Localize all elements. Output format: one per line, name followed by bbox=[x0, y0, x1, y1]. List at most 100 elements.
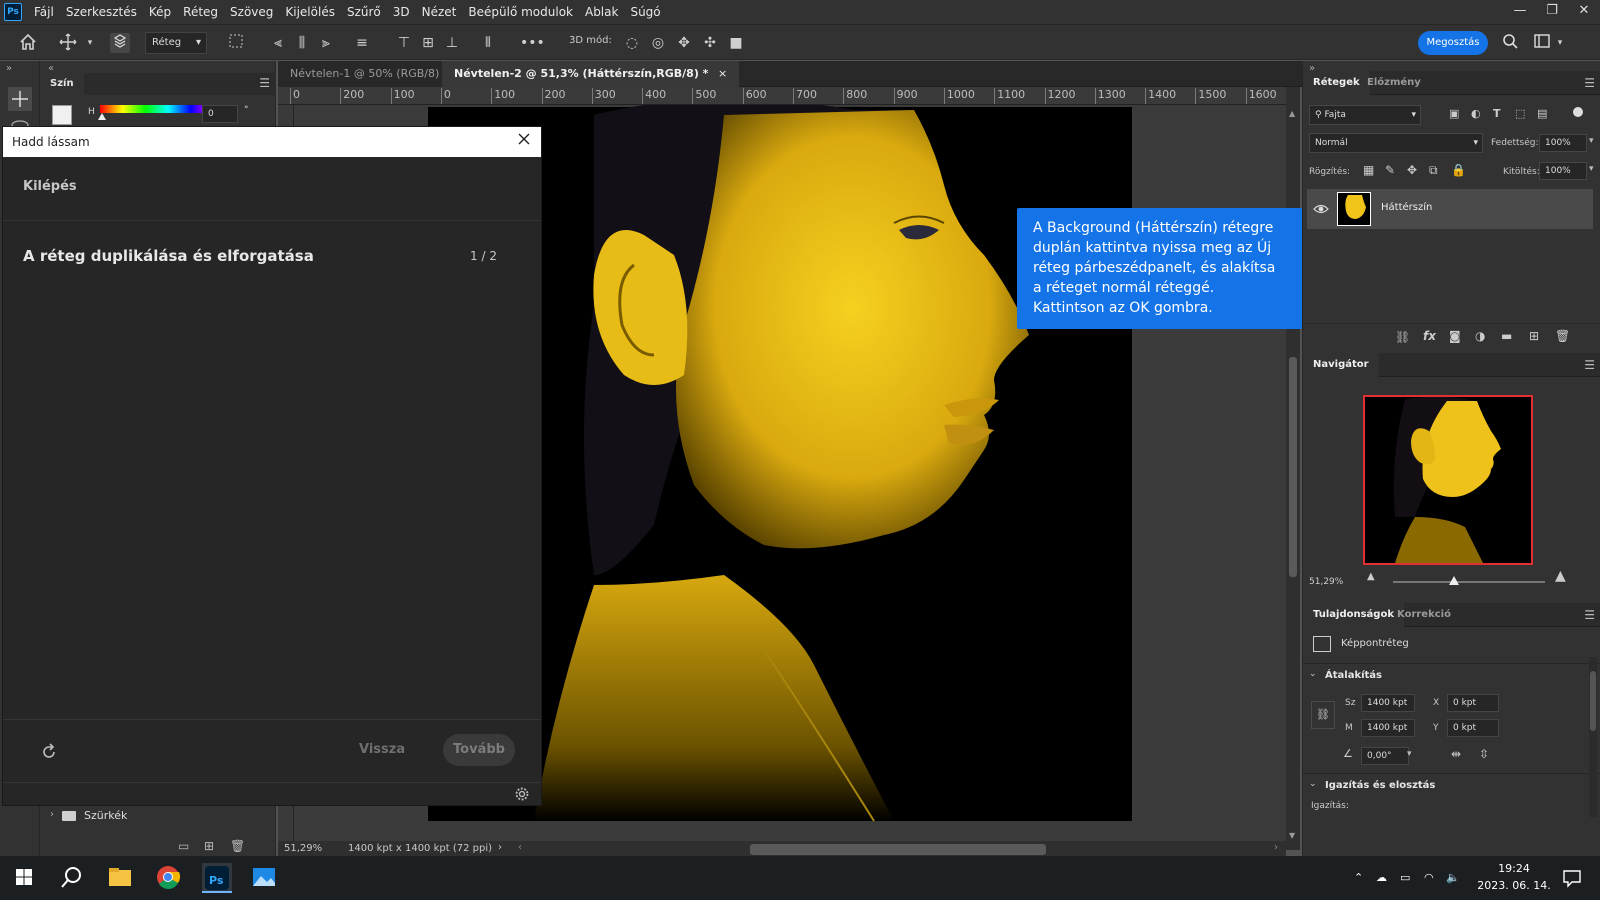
file-explorer-icon[interactable] bbox=[106, 863, 136, 893]
menu-layer[interactable]: Réteg bbox=[177, 0, 224, 24]
lock-pixels-icon[interactable]: ✎ bbox=[1385, 163, 1395, 177]
link-dimensions-icon[interactable]: ⛓ bbox=[1311, 701, 1335, 729]
minimize-button[interactable]: — bbox=[1504, 0, 1536, 24]
chevron-down-icon[interactable]: ⌄ bbox=[1309, 669, 1317, 679]
filter-toggle-icon[interactable] bbox=[1573, 107, 1583, 117]
menu-file[interactable]: Fájl bbox=[28, 0, 60, 24]
horizontal-scroll-thumb[interactable] bbox=[750, 844, 1046, 855]
menu-select[interactable]: Kijelölés bbox=[279, 0, 341, 24]
align-right-icon[interactable]: ⫸ bbox=[316, 33, 336, 53]
properties-scroll-thumb[interactable] bbox=[1590, 671, 1596, 731]
navigator-preview[interactable] bbox=[1363, 395, 1533, 565]
scroll-down-icon[interactable]: ▼ bbox=[1289, 831, 1295, 840]
delete-layer-icon[interactable]: 🗑 bbox=[1555, 329, 1570, 343]
scroll-left-icon[interactable]: ‹ bbox=[518, 842, 522, 853]
x-input[interactable]: 0 kpt bbox=[1447, 694, 1499, 712]
filter-shape-icon[interactable]: ⬚ bbox=[1515, 107, 1525, 120]
tab-color[interactable]: Szín bbox=[40, 73, 84, 95]
panel-menu-icon[interactable]: ☰ bbox=[1584, 358, 1595, 372]
align-top-icon[interactable]: ⊤ bbox=[394, 33, 414, 53]
gear-icon[interactable] bbox=[515, 787, 531, 803]
zoom-in-icon[interactable]: ▲ bbox=[1555, 568, 1566, 584]
chevron-down-icon[interactable]: ▾ bbox=[1407, 749, 1412, 759]
swatch-folder-row[interactable]: › Szürkék bbox=[40, 805, 276, 827]
slide-3d-icon[interactable]: ✣ bbox=[700, 33, 720, 53]
move-tool-icon[interactable] bbox=[58, 33, 78, 53]
roll-3d-icon[interactable]: ◎ bbox=[648, 33, 668, 53]
distribute-vertical-icon[interactable]: ⦀ bbox=[478, 33, 498, 53]
panel-menu-icon[interactable]: ☰ bbox=[1584, 76, 1595, 90]
navigator-zoom-value[interactable]: 51,29% bbox=[1309, 577, 1343, 587]
new-layer-icon[interactable]: ⊞ bbox=[1529, 329, 1539, 343]
align-section-title[interactable]: Igazítás és elosztás bbox=[1325, 780, 1435, 791]
restore-button[interactable]: ❐ bbox=[1536, 0, 1568, 24]
close-window-button[interactable]: ✕ bbox=[1568, 0, 1600, 24]
zoom-level[interactable]: 51,29% bbox=[284, 843, 322, 854]
notifications-icon[interactable] bbox=[1562, 868, 1582, 900]
chevron-down-icon[interactable]: ▾ bbox=[1589, 136, 1594, 146]
filter-smart-object-icon[interactable]: ▤ bbox=[1537, 107, 1547, 120]
fill-input[interactable]: 100% bbox=[1539, 162, 1587, 180]
chevron-down-icon[interactable]: ▾ bbox=[1550, 33, 1570, 53]
vertical-scrollbar[interactable]: ▲ ▼ bbox=[1286, 87, 1300, 850]
status-expand-icon[interactable]: › bbox=[498, 842, 502, 853]
chevron-down-icon[interactable]: ⌄ bbox=[1309, 779, 1317, 789]
vertical-scroll-thumb[interactable] bbox=[1289, 357, 1297, 577]
panel-menu-icon[interactable]: ☰ bbox=[1584, 608, 1595, 622]
transform-section-title[interactable]: Átalakítás bbox=[1325, 670, 1382, 681]
move-tool-button[interactable] bbox=[8, 87, 32, 111]
more-options-icon[interactable]: ••• bbox=[520, 33, 545, 53]
chrome-icon[interactable] bbox=[154, 863, 184, 893]
zoom-out-icon[interactable]: ▲ bbox=[1367, 571, 1375, 582]
show-hidden-icons[interactable]: ⌃ bbox=[1354, 856, 1363, 900]
close-tab-icon[interactable]: × bbox=[718, 67, 727, 80]
pan-3d-icon[interactable]: ✥ bbox=[674, 33, 694, 53]
fx-icon[interactable]: fx bbox=[1423, 329, 1436, 343]
chevron-down-icon[interactable]: ▾ bbox=[1589, 164, 1594, 174]
photoshop-taskbar-icon[interactable]: Ps bbox=[202, 863, 232, 893]
wifi-icon[interactable]: ◠ bbox=[1424, 856, 1434, 900]
menu-image[interactable]: Kép bbox=[143, 0, 177, 24]
camera-3d-icon[interactable]: ■ bbox=[726, 33, 746, 53]
lock-transparent-icon[interactable]: ▦ bbox=[1363, 163, 1374, 177]
search-icon[interactable] bbox=[58, 863, 88, 893]
restart-icon[interactable] bbox=[39, 742, 59, 762]
tab-history[interactable]: Előzmény bbox=[1357, 71, 1431, 95]
lock-position-icon[interactable]: ✥ bbox=[1407, 163, 1417, 177]
onedrive-icon[interactable]: ☁ bbox=[1376, 856, 1387, 900]
orbit-3d-icon[interactable]: ◌ bbox=[622, 33, 642, 53]
height-input[interactable]: 1400 kpt bbox=[1361, 719, 1415, 737]
scroll-up-icon[interactable]: ▲ bbox=[1289, 109, 1295, 118]
home-icon[interactable] bbox=[18, 33, 38, 53]
link-layers-icon[interactable]: ⛓ bbox=[1395, 330, 1410, 344]
menu-filter[interactable]: Szűrő bbox=[341, 0, 387, 24]
flip-horizontal-icon[interactable]: ⇹ bbox=[1451, 747, 1461, 761]
next-button[interactable]: Tovább bbox=[443, 734, 515, 766]
share-button[interactable]: Megosztás bbox=[1418, 31, 1488, 55]
tab-adjustments[interactable]: Korrekció bbox=[1387, 603, 1461, 627]
tab-navigator[interactable]: Navigátor bbox=[1303, 353, 1379, 377]
hue-slider-handle[interactable] bbox=[98, 113, 106, 120]
delete-icon[interactable]: 🗑 bbox=[230, 839, 245, 853]
layer-filter-select[interactable]: ⚲ Fajta ▾ bbox=[1309, 105, 1421, 125]
exit-tutorial-link[interactable]: Kilépés bbox=[3, 157, 541, 221]
auto-select-icon[interactable] bbox=[110, 33, 130, 53]
align-bottom-icon[interactable]: ⊥ bbox=[442, 33, 462, 53]
properties-scrollbar[interactable] bbox=[1589, 657, 1597, 817]
hue-input[interactable]: 0 bbox=[202, 105, 238, 123]
menu-view[interactable]: Nézet bbox=[416, 0, 463, 24]
volume-icon[interactable]: 🔈 bbox=[1446, 856, 1460, 900]
search-icon[interactable] bbox=[1500, 33, 1520, 53]
zoom-slider-handle[interactable] bbox=[1449, 576, 1459, 585]
distribute-icon[interactable]: ≡ bbox=[352, 33, 372, 53]
layer-row-background[interactable]: Háttérszín bbox=[1307, 189, 1593, 229]
transform-controls-icon[interactable] bbox=[226, 33, 246, 53]
menu-edit[interactable]: Szerkesztés bbox=[60, 0, 143, 24]
new-group-icon[interactable]: ▭ bbox=[178, 839, 189, 853]
menu-help[interactable]: Súgó bbox=[624, 0, 666, 24]
photos-icon[interactable] bbox=[250, 863, 280, 893]
filter-type-icon[interactable]: T bbox=[1493, 107, 1501, 120]
chevron-down-icon[interactable]: ▾ bbox=[80, 33, 100, 53]
width-input[interactable]: 1400 kpt bbox=[1361, 694, 1415, 712]
auto-select-dropdown[interactable]: Réteg ▾ bbox=[145, 32, 207, 54]
